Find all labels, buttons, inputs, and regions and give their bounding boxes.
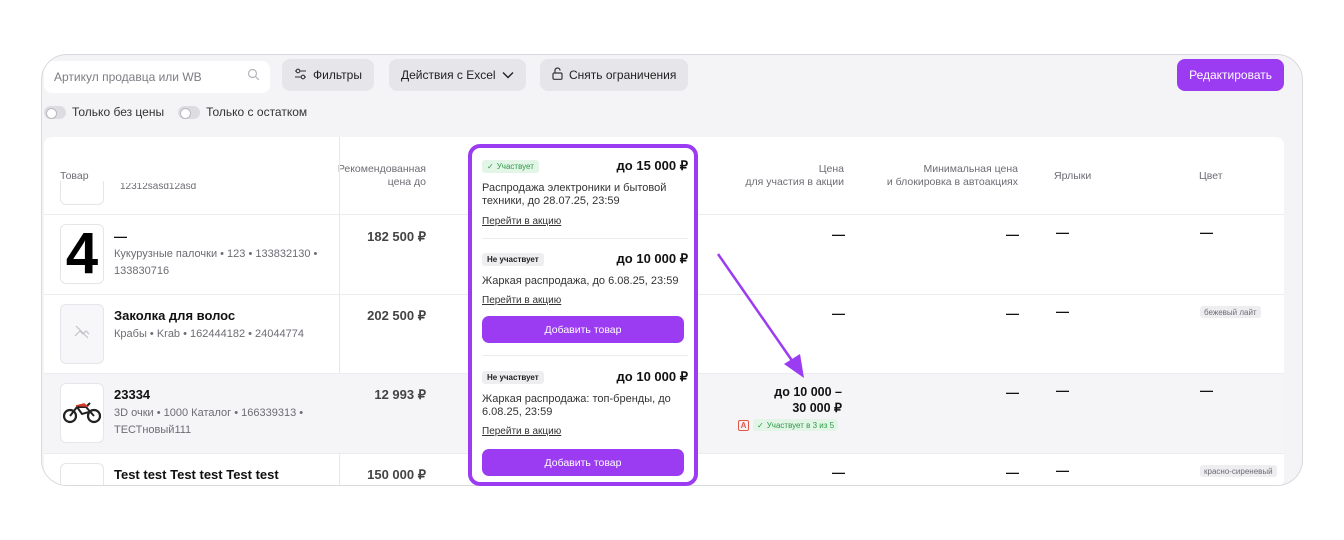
not-participating-badge: Не участвует xyxy=(482,371,544,384)
participating-badge-label: Участвует xyxy=(496,162,534,171)
add-product-button[interactable]: Добавить товар xyxy=(482,316,684,343)
go-to-promo-link[interactable]: Перейти в акцию xyxy=(482,216,561,227)
promo-card: Не участвует до 10 000 ₽ Жаркая распрода… xyxy=(482,369,688,481)
promo-popup: ✓ Участвует до 15 000 ₽ Распродажа элект… xyxy=(468,144,698,486)
check-icon: ✓ xyxy=(487,162,494,171)
promo-description: Распродажа электроники и бытовой техники… xyxy=(482,182,667,207)
go-to-promo-link[interactable]: Перейти в акцию xyxy=(482,426,561,437)
promo-description: Жаркая распродажа: топ-бренды, до 6.08.2… xyxy=(482,393,671,418)
promo-card: ✓ Участвует до 15 000 ₽ Распродажа элект… xyxy=(482,158,688,236)
go-to-promo-link[interactable]: Перейти в акцию xyxy=(482,295,561,306)
not-participating-badge: Не участвует xyxy=(482,253,544,266)
divider xyxy=(482,355,688,356)
divider xyxy=(482,238,688,239)
promo-amount: до 15 000 ₽ xyxy=(616,158,688,173)
promo-description: Жаркая распродажа, до 6.08.25, 23:59 xyxy=(482,275,679,287)
promo-amount: до 10 000 ₽ xyxy=(616,251,688,266)
participating-badge: ✓ Участвует xyxy=(482,160,539,173)
add-product-button[interactable]: Добавить товар xyxy=(482,449,684,476)
promo-card: Не участвует до 10 000 ₽ Жаркая распрода… xyxy=(482,251,688,353)
promo-amount: до 10 000 ₽ xyxy=(616,369,688,384)
